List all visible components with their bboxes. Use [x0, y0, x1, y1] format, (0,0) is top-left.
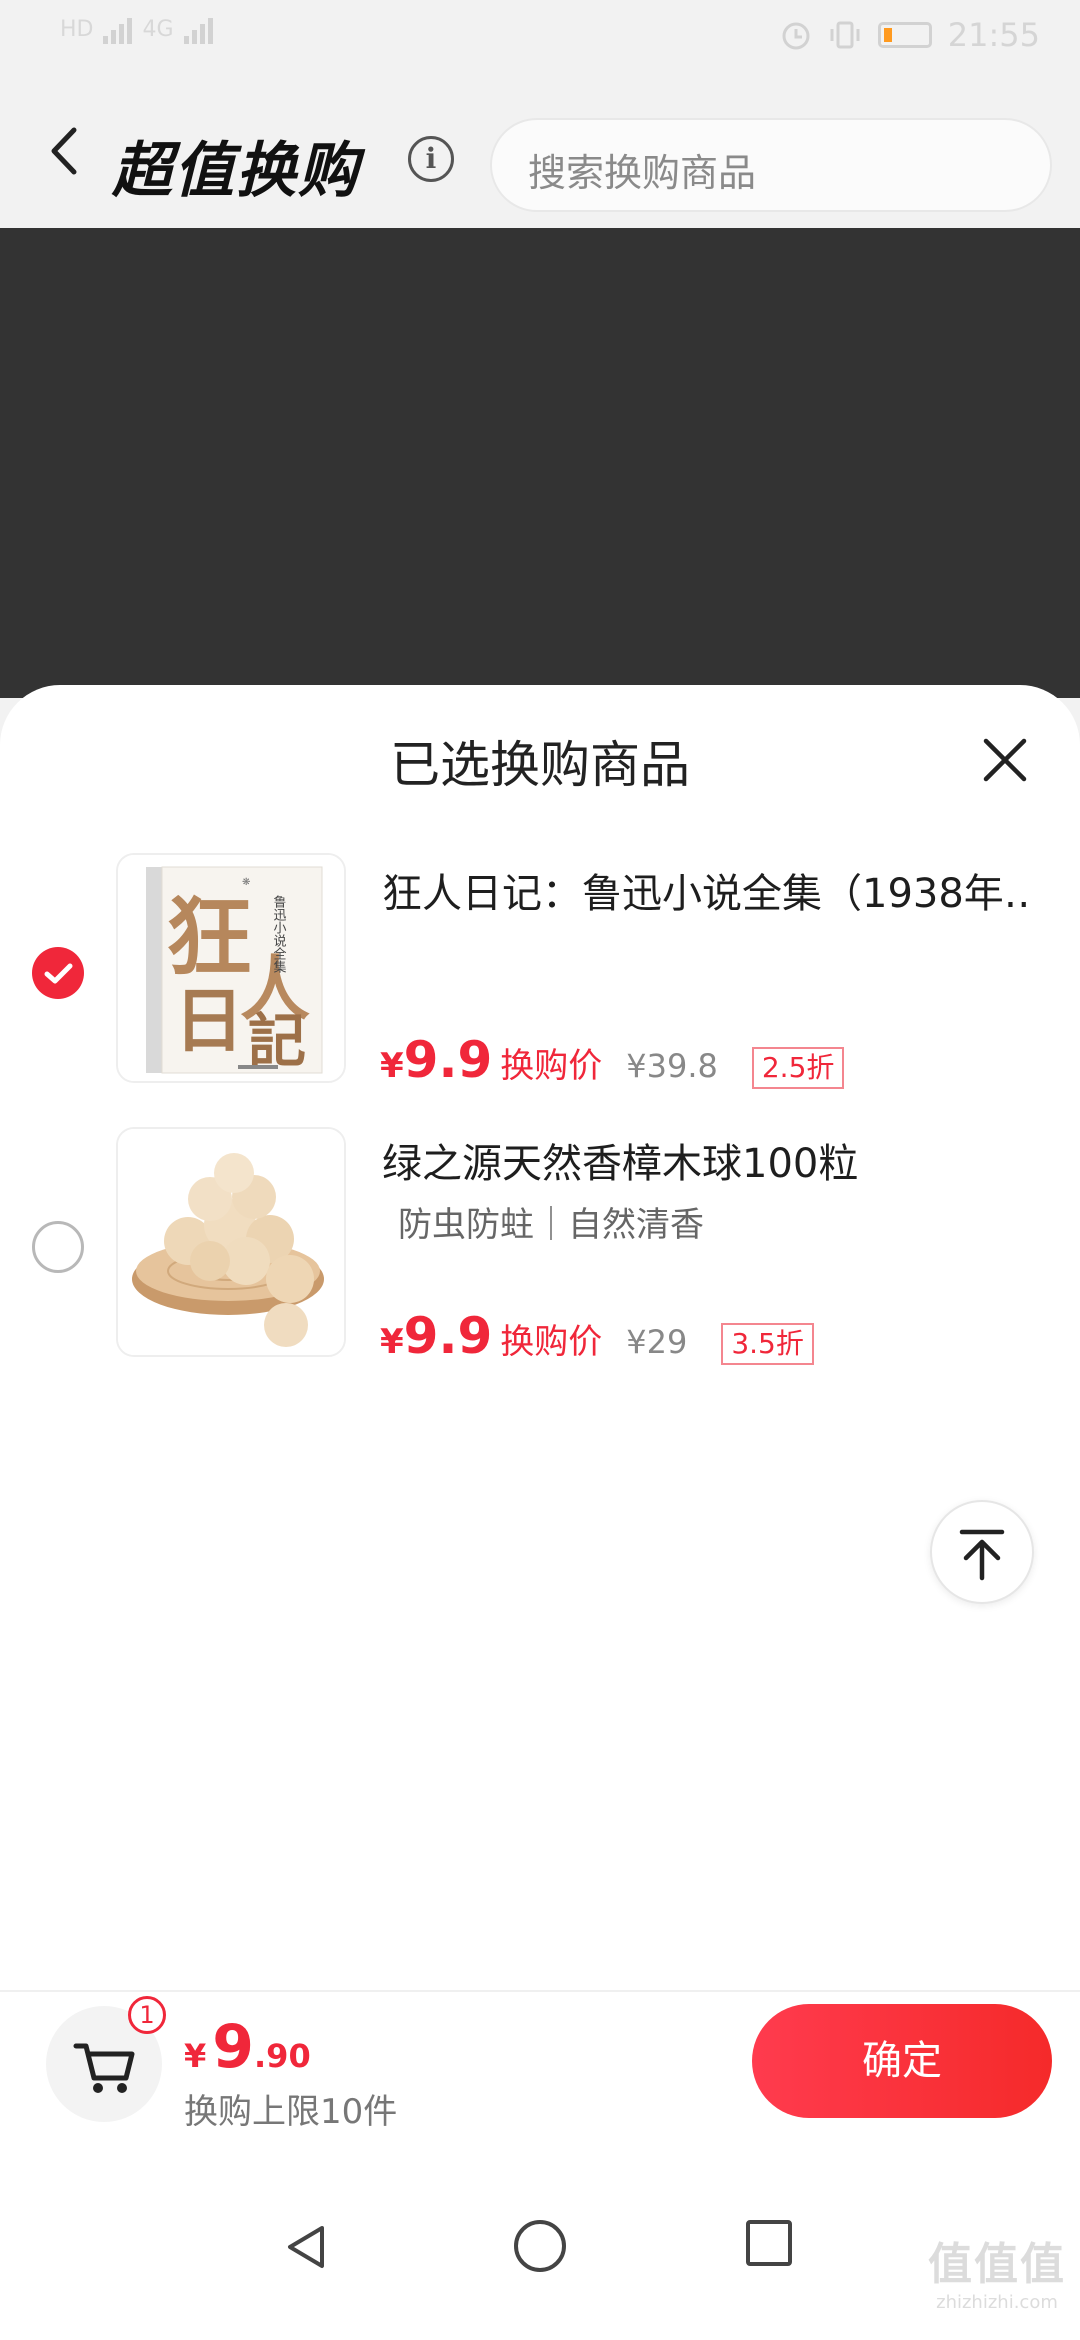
header: 超值换购 i 搜索换购商品 — [0, 72, 1080, 228]
product-thumbnail[interactable]: ❋ 狂 日 人 記 鲁迅小说全集 — [116, 853, 346, 1083]
checkout-bar: 1 ¥ 9 .90 换购上限10件 确定 — [0, 1990, 1080, 2170]
status-time: 21:55 — [947, 16, 1040, 54]
watermark-text: 值值值 — [928, 2239, 1066, 2290]
discount-badge: 3.5折 — [721, 1323, 814, 1365]
network-type-left: HD — [60, 16, 94, 42]
book-cover-image: ❋ 狂 日 人 記 鲁迅小说全集 — [118, 855, 344, 1081]
signal-icon-2 — [183, 14, 213, 44]
status-bar: HD 4G 21:55 — [0, 0, 1080, 72]
total-price: ¥ 9 .90 — [184, 2012, 311, 2082]
exchange-price-label: 换购价 — [500, 1046, 603, 1086]
signal-icon — [103, 14, 133, 44]
sheet-title: 已选换购商品 — [390, 736, 690, 794]
battery-icon — [877, 22, 932, 48]
total-integer: 9 — [212, 2012, 255, 2082]
watermark-url: zhizhizhi.com — [936, 2292, 1058, 2313]
nav-home-icon[interactable] — [514, 2220, 566, 2272]
unchecked-radio[interactable] — [32, 1221, 84, 1273]
currency-symbol: ¥ — [380, 1046, 404, 1086]
camphor-balls-image — [118, 1129, 344, 1355]
total-currency: ¥ — [184, 2037, 207, 2075]
checked-radio[interactable] — [32, 947, 84, 999]
cover-char-4: 記 — [248, 1007, 306, 1075]
price-row: ¥ 9.9 换购价 ¥29 3.5折 — [380, 1307, 814, 1365]
arrow-up-icon — [959, 1529, 1005, 1581]
system-nav-bar — [0, 2170, 1080, 2340]
cover-char-2: 日 — [174, 979, 244, 1062]
cart-count-badge: 1 — [128, 1996, 166, 2034]
product-thumbnail[interactable] — [116, 1127, 346, 1357]
vibrate-icon — [830, 21, 860, 49]
modal-overlay[interactable] — [0, 228, 1080, 698]
search-input[interactable]: 搜索换购商品 — [490, 118, 1052, 212]
confirm-button[interactable]: 确定 — [752, 2004, 1052, 2118]
nav-back-icon[interactable] — [282, 2222, 332, 2272]
list-item[interactable]: 绿之源天然香樟木球100粒 防虫防蛀｜自然清香 ¥ 9.9 换购价 ¥29 3.… — [0, 1127, 1080, 1367]
exchange-price: 9.9 — [403, 1031, 493, 1089]
status-right: 21:55 — [780, 16, 1040, 54]
exchange-price: 9.9 — [403, 1307, 493, 1365]
page-title: 超值换购 — [112, 136, 360, 206]
info-icon[interactable]: i — [408, 136, 454, 182]
list-item[interactable]: ❋ 狂 日 人 記 鲁迅小说全集 狂人日记：鲁迅小说全集（1938年… ¥ 9.… — [0, 853, 1080, 1093]
nav-recents-icon[interactable] — [746, 2220, 792, 2266]
item-subtitle: 防虫防蛀｜自然清香 — [398, 1205, 704, 1245]
total-decimal: .90 — [254, 2037, 311, 2075]
signal-group: HD 4G — [60, 14, 213, 44]
check-icon — [44, 963, 73, 984]
cover-side-title: 鲁迅小说全集 — [271, 895, 287, 973]
alarm-icon — [782, 22, 810, 50]
discount-badge: 2.5折 — [751, 1047, 845, 1089]
original-price: ¥29 — [626, 1323, 688, 1361]
back-arrow-icon[interactable] — [40, 124, 94, 178]
price-row: ¥ 9.9 换购价 ¥39.8 2.5折 — [380, 1031, 845, 1089]
currency-symbol: ¥ — [380, 1322, 404, 1362]
search-placeholder: 搜索换购商品 — [528, 151, 757, 195]
limit-text: 换购上限10件 — [184, 2092, 398, 2132]
close-icon[interactable] — [978, 733, 1032, 787]
watermark-logo: 值值值 zhizhizhi.com — [928, 2228, 1066, 2313]
network-type-right: 4G — [142, 16, 174, 42]
back-to-top-button[interactable] — [930, 1500, 1034, 1604]
exchange-price-label: 换购价 — [500, 1322, 603, 1362]
original-price: ¥39.8 — [626, 1047, 718, 1085]
item-name: 狂人日记：鲁迅小说全集（1938年… — [382, 871, 1032, 917]
item-name: 绿之源天然香樟木球100粒 — [382, 1141, 859, 1187]
